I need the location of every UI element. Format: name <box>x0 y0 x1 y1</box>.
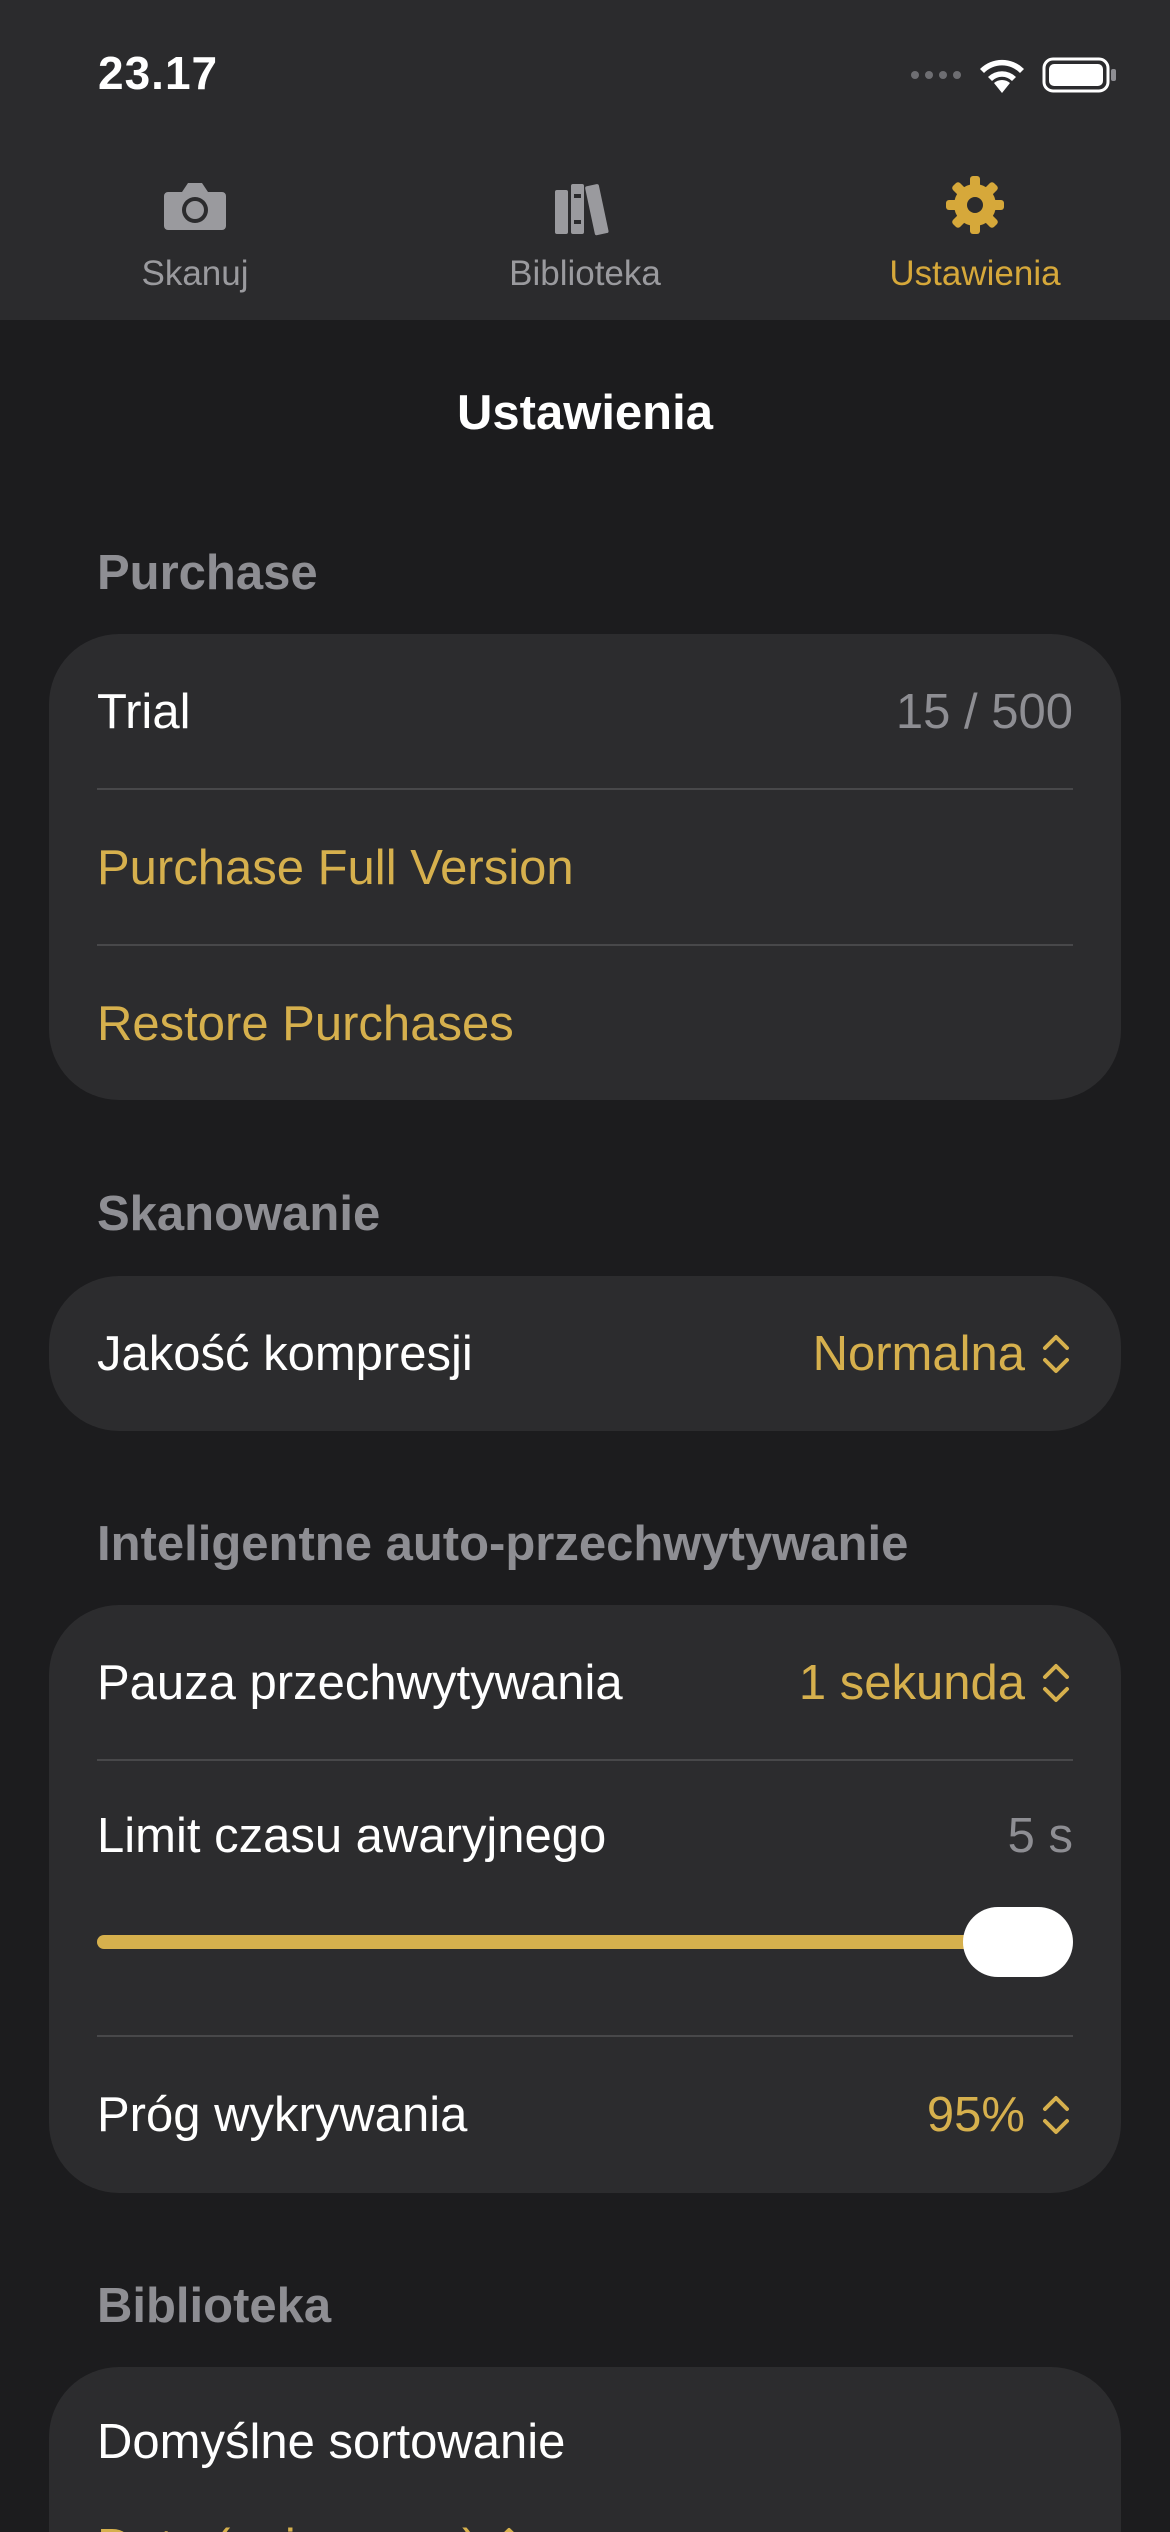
gear-icon <box>946 176 1004 234</box>
capture-pause-value: 1 sekunda <box>798 1655 1025 1710</box>
capture-pause-picker[interactable]: 1 sekunda <box>799 1655 1073 1711</box>
compression-quality-value: Normalna <box>812 1326 1025 1381</box>
battery-icon <box>1042 57 1116 93</box>
fallback-timeout-value: 5 s <box>1007 1809 1073 1863</box>
default-sort-row: Domyślne sortowanie <box>97 2367 1073 2517</box>
section-header-purchase: Purchase <box>97 546 318 600</box>
slider-fill <box>97 1935 1018 1949</box>
top-bar: 23.17 Skanuj Biblioteka Ustawienia <box>0 0 1170 320</box>
tab-settings[interactable]: Ustawienia <box>825 170 1125 294</box>
restore-purchases-button[interactable]: Restore Purchases <box>97 946 1073 1101</box>
wifi-icon <box>980 59 1024 93</box>
purchase-full-version-button[interactable]: Purchase Full Version <box>97 790 1073 945</box>
slider-thumb[interactable] <box>963 1907 1073 1977</box>
detection-threshold-row: Próg wykrywania 95% <box>97 2037 1073 2192</box>
compression-quality-picker[interactable]: Normalna <box>813 1326 1073 1382</box>
page-title: Ustawienia <box>457 386 713 440</box>
trial-value: 15 / 500 <box>895 684 1073 739</box>
default-sort-value-wrap: Data (najnowsze) <box>97 2519 526 2532</box>
fallback-timeout-label: Limit czasu awaryjnego <box>97 1809 607 1863</box>
tab-scan[interactable]: Skanuj <box>45 170 345 294</box>
scanning-card: Jakość kompresji Normalna <box>49 1276 1121 1431</box>
tab-bar: Skanuj Biblioteka Ustawienia <box>0 160 1170 320</box>
status-icons <box>910 52 1118 98</box>
compression-quality-row: Jakość kompresji Normalna <box>97 1276 1073 1431</box>
detection-threshold-label: Próg wykrywania <box>97 2087 468 2142</box>
capture-pause-row: Pauza przechwytywania 1 sekunda <box>97 1605 1073 1760</box>
trial-label: Trial <box>97 684 191 739</box>
section-header-library: Biblioteka <box>97 2279 332 2333</box>
section-header-scanning: Skanowanie <box>97 1187 381 1241</box>
trial-row: Trial 15 / 500 <box>97 634 1073 789</box>
smart-capture-card: Pauza przechwytywania 1 sekunda Limit cz… <box>49 1605 1121 2193</box>
status-time: 23.17 <box>98 47 219 99</box>
restore-purchases-label: Restore Purchases <box>97 996 514 1051</box>
tab-scan-label: Skanuj <box>141 254 249 293</box>
tab-library[interactable]: Biblioteka <box>435 170 735 294</box>
default-sort-value: Data (najnowsze) <box>97 2519 478 2532</box>
chevron-up-down-icon <box>1043 1334 1069 1373</box>
chevron-up-down-icon <box>1043 2095 1069 2134</box>
detection-threshold-picker[interactable]: 95% <box>927 2087 1073 2143</box>
compression-quality-label: Jakość kompresji <box>97 1326 473 1381</box>
detection-threshold-value: 95% <box>926 2087 1025 2142</box>
camera-icon <box>164 183 226 230</box>
library-card: Domyślne sortowanie Data (najnowsze) <box>49 2367 1121 2532</box>
capture-pause-label: Pauza przechwytywania <box>97 1655 623 1710</box>
purchase-card: Trial 15 / 500 Purchase Full Version Res… <box>49 634 1121 1100</box>
fallback-timeout-slider[interactable] <box>97 1907 1073 1977</box>
default-sort-label: Domyślne sortowanie <box>97 2415 566 2469</box>
chevron-up-down-icon <box>504 2528 515 2532</box>
fallback-timeout-row: Limit czasu awaryjnego 5 s <box>97 1761 1073 1911</box>
chevron-up-down-icon <box>1043 1663 1069 1702</box>
settings-screen: 23.17 Skanuj Biblioteka Ustawienia Ustaw… <box>0 0 1170 2532</box>
books-icon <box>555 184 609 236</box>
tab-library-label: Biblioteka <box>509 254 661 293</box>
cellular-signal-icon <box>911 71 961 79</box>
default-sort-picker[interactable]: Data (najnowsze) <box>97 2507 1073 2532</box>
tab-settings-label: Ustawienia <box>889 254 1061 293</box>
purchase-full-version-label: Purchase Full Version <box>97 840 574 895</box>
section-header-smart-capture: Inteligentne auto-przechwytywanie <box>97 1517 909 1571</box>
